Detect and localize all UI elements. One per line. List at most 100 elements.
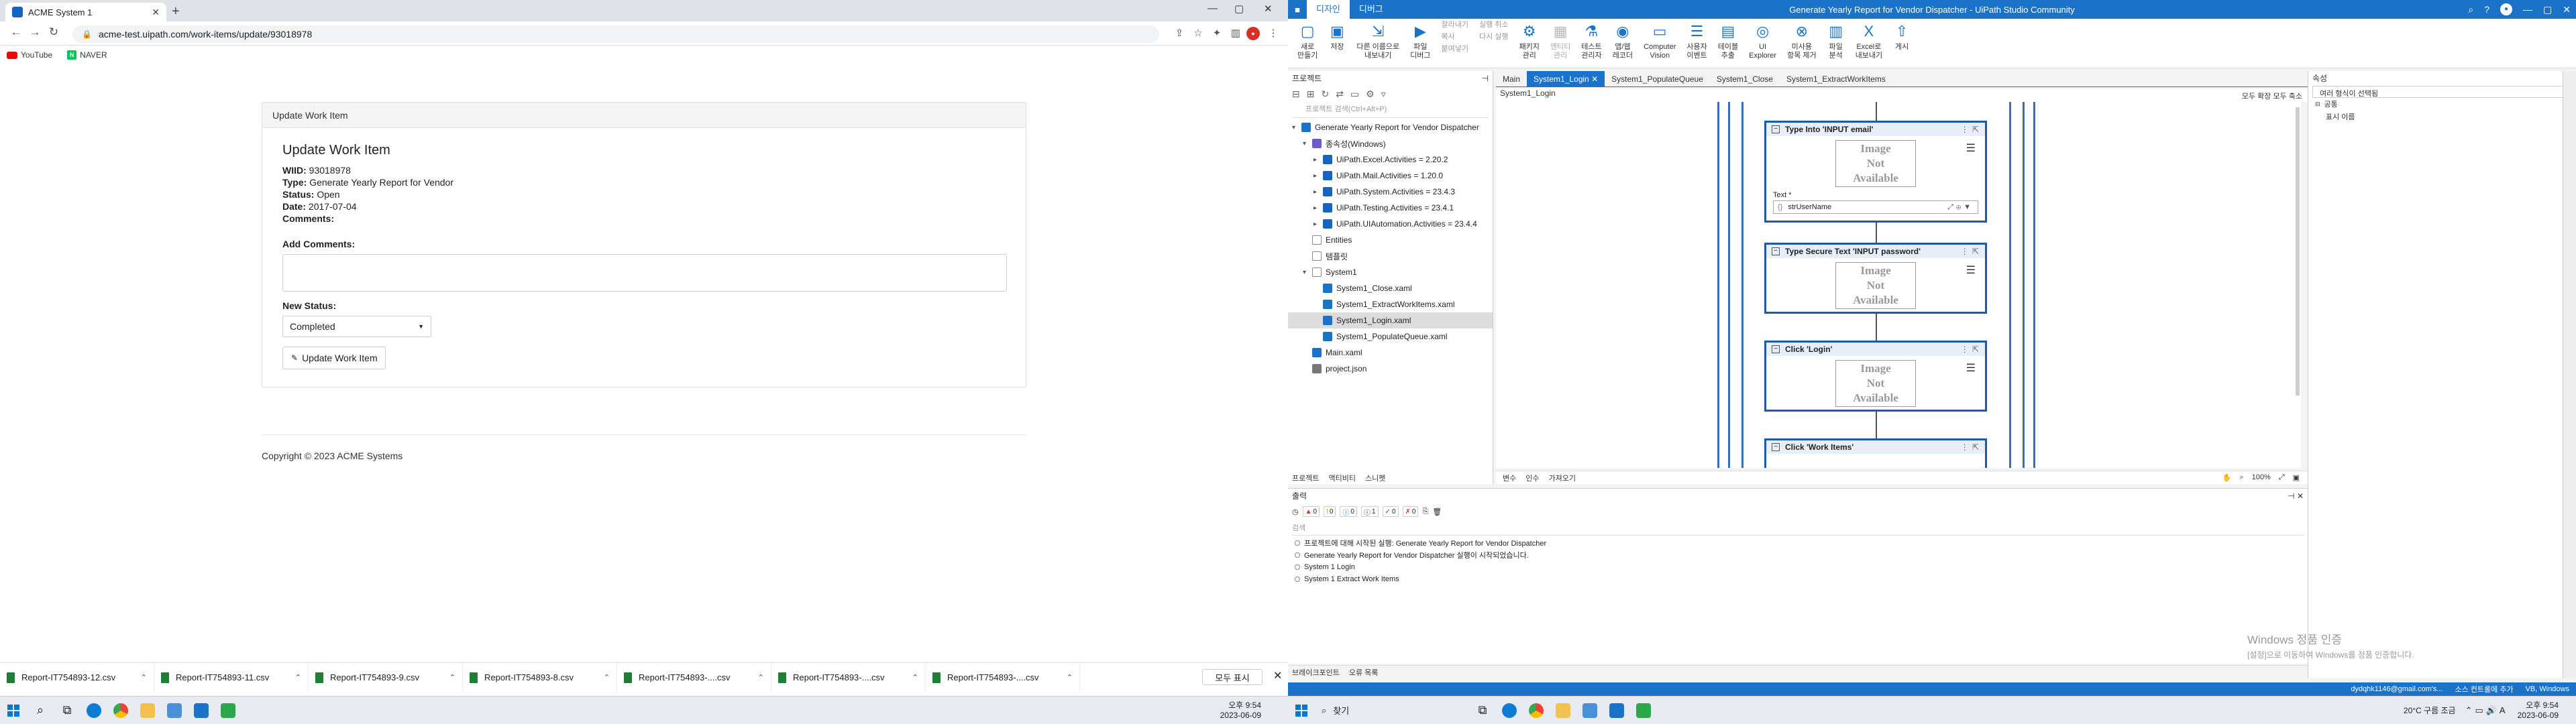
tab-project[interactable]: 프로젝트 [1292, 473, 1319, 483]
taskbar-search-box[interactable]: ⌕ 찾기 [1315, 701, 1469, 721]
search-icon[interactable]: ⌕ [2468, 4, 2473, 15]
text-field-input[interactable]: {} strUserName ⤢⊕▼ [1773, 200, 1978, 214]
user-avatar[interactable]: ● [2500, 3, 2513, 15]
refresh-icon[interactable]: ↻ [1321, 88, 1329, 100]
download-item[interactable]: Report-IT754893-9.csv ⌃ [309, 662, 463, 692]
error-count[interactable]: ▲ 0 [1302, 506, 1320, 517]
output-line[interactable]: System 1 Extract Work Items [1288, 573, 2308, 585]
weather-widget[interactable]: 20°C 구름 조금 [2404, 705, 2456, 716]
caret-icon[interactable]: ▾ [1303, 140, 1311, 147]
property-display-name[interactable]: 표시 이름 [2308, 110, 2576, 122]
activity-menu-icon[interactable]: ⋮ ⇱ [1961, 125, 1980, 134]
chevron-up-icon[interactable]: ⌃ [449, 673, 455, 682]
file-explorer-icon[interactable] [1550, 697, 1576, 724]
tree-item[interactable]: System1_PopulateQueue.xaml [1288, 328, 1493, 345]
ribbon-button[interactable]: ▤ 테이블 추출 [1718, 19, 1738, 60]
download-item[interactable]: Report-IT754893-11.csv ⌃ [154, 662, 309, 692]
trace-count[interactable]: ⓘ 1 [1360, 506, 1379, 517]
reload-icon[interactable]: ↻ [44, 25, 63, 39]
chrome-menu-icon[interactable]: ⋮ [1267, 27, 1280, 40]
collapse-icon[interactable]: − [1772, 443, 1780, 451]
uipath-assistant-icon[interactable] [215, 697, 241, 724]
pass-count[interactable]: ✓ 0 [1382, 506, 1399, 517]
back-icon[interactable]: ← [7, 25, 25, 39]
share-icon[interactable]: ⇪ [1173, 27, 1186, 40]
output-line[interactable]: Generate Yearly Report for Vendor Dispat… [1288, 549, 2308, 561]
paste-button[interactable]: 붙여넣기 [1442, 43, 1468, 55]
uipath-studio-icon[interactable] [188, 697, 215, 724]
error-list-tab[interactable]: 오류 목록 [1349, 667, 1379, 678]
chevron-up-icon[interactable]: ⌃ [295, 673, 301, 682]
activity-menu-icon[interactable]: ⋮ ⇱ [1961, 442, 1980, 452]
redo-button[interactable]: 다시 실행 [1479, 31, 1509, 43]
fit-screen-icon[interactable]: ⤢ [2279, 473, 2285, 482]
collapse-icon[interactable]: − [1772, 125, 1780, 133]
sidebar-icon[interactable]: ▥ [1229, 27, 1242, 40]
activity-click-login[interactable]: − Click 'Login' ⋮ ⇱ Image Not Available ☰ [1764, 341, 1987, 412]
clock-icon[interactable]: ◷ [1292, 507, 1299, 516]
property-category-common[interactable]: ⊟ 공통 [2308, 98, 2576, 110]
windows-start-icon[interactable] [1288, 697, 1315, 724]
activity-menu-icon[interactable]: ⋮ ⇱ [1961, 247, 1980, 256]
tree-item[interactable]: ▸ UiPath.Excel.Activities = 2.20.2 [1288, 152, 1493, 168]
ribbon-button[interactable]: ⊗ 미사용 항목 제거 [1787, 19, 1817, 60]
hamburger-menu-icon[interactable]: ☰ [1966, 263, 1976, 277]
collapse-icon[interactable]: − [1772, 247, 1780, 255]
ribbon-button[interactable]: ▣ 저장 [1328, 19, 1346, 52]
caret-icon[interactable]: ▾ [1292, 124, 1300, 131]
output-line[interactable]: 프로젝트에 대해 시작된 실행: Generate Yearly Report … [1288, 537, 2308, 549]
expand-icon[interactable]: ⊞ [1307, 88, 1315, 100]
document-tab[interactable]: Main [1496, 71, 1527, 87]
collapse-all-icon[interactable]: ⊟ [1292, 88, 1300, 100]
breakpoints-tab[interactable]: 브레이크포인트 [1292, 667, 1340, 678]
tab-activities[interactable]: 액티비티 [1328, 473, 1355, 483]
new-tab-icon[interactable]: + [172, 4, 180, 19]
extensions-icon[interactable]: ✦ [1210, 27, 1224, 40]
edge-icon[interactable] [80, 697, 107, 724]
forward-icon[interactable]: → [25, 25, 44, 39]
close-tab-icon[interactable]: ✕ [152, 7, 160, 18]
undo-button[interactable]: 실행 취소 [1479, 19, 1509, 31]
chevron-up-icon[interactable]: ⌃ [604, 673, 610, 682]
imports-tab[interactable]: 가져오기 [1549, 473, 1576, 483]
caret-icon[interactable]: ▸ [1313, 188, 1322, 196]
system-tray-icons[interactable]: ⌃▭🔊A [2465, 705, 2508, 716]
activity-type-secure-text-password[interactable]: − Type Secure Text 'INPUT password' ⋮ ⇱ Im… [1764, 243, 1987, 314]
ribbon-tab-debug[interactable]: 디버그 [1350, 0, 1393, 19]
tree-item[interactable]: System1_ExtractWorkItems.xaml [1288, 296, 1493, 312]
search-icon[interactable]: ⌕ [27, 697, 54, 724]
clock[interactable]: 오후 9:54 2023-06-09 [1220, 701, 1261, 721]
chevron-up-icon[interactable]: ⌃ [758, 673, 764, 682]
activity-menu-icon[interactable]: ⋮ ⇱ [1961, 345, 1980, 354]
tree-item[interactable]: 템플릿 [1288, 248, 1493, 264]
add-to-source-control[interactable]: 소스 컨트롤에 추가 [2455, 684, 2514, 695]
update-work-item-button[interactable]: ✎ Update Work Item [282, 347, 386, 369]
hamburger-menu-icon[interactable]: ☰ [1966, 361, 1976, 375]
tree-item[interactable]: ▸ UiPath.Testing.Activities = 23.4.1 [1288, 200, 1493, 216]
chevron-up-icon[interactable]: ⌃ [912, 673, 918, 682]
copy-log-icon[interactable]: ⎘ [1422, 507, 1428, 516]
ribbon-button[interactable]: ☰ 사용자 이벤트 [1686, 19, 1707, 60]
tree-item[interactable]: System1_Login.xaml [1288, 312, 1493, 328]
document-tab[interactable]: System1_Login ✕ [1527, 70, 1605, 87]
tree-item[interactable]: ▸ UiPath.System.Activities = 23.4.3 [1288, 184, 1493, 200]
ribbon-button[interactable]: ▭ Computer Vision [1644, 19, 1676, 60]
output-line[interactable]: System 1 Login [1288, 561, 2308, 573]
workflow-designer-canvas[interactable]: − Type Into 'INPUT email' ⋮ ⇱ Image Not Av… [1496, 102, 2301, 468]
tree-item[interactable]: Entities [1288, 232, 1493, 248]
chevron-up-icon[interactable]: ⌃ [1067, 673, 1073, 682]
uipath-assistant-icon[interactable] [1630, 697, 1657, 724]
document-tab[interactable]: System1_Close [1710, 71, 1780, 87]
tab-snippets[interactable]: 스니펫 [1365, 473, 1385, 483]
close-downloads-icon[interactable]: ✕ [1273, 669, 1282, 682]
windows-start-icon[interactable] [0, 697, 27, 724]
store-icon[interactable] [161, 697, 188, 724]
tree-item[interactable]: ▾ System1 [1288, 264, 1493, 280]
activity-click-work-items[interactable]: − Click 'Work Items' ⋮ ⇱ [1764, 438, 1987, 468]
edge-icon[interactable] [1496, 697, 1523, 724]
download-item[interactable]: Report-IT754893-....csv ⌃ [926, 662, 1080, 692]
clear-log-icon[interactable]: 🗑 [1432, 507, 1442, 516]
clock[interactable]: 오후 9:54 2023-06-09 [2518, 701, 2559, 721]
url-field[interactable]: 🔒 acme-test.uipath.com/work-items/update… [72, 25, 1159, 43]
task-view-icon[interactable]: ⧉ [54, 697, 80, 724]
